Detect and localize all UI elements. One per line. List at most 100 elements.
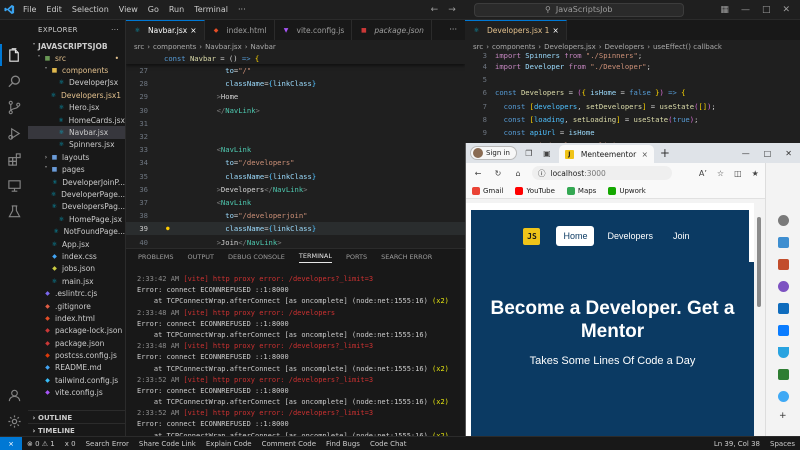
- tree-item[interactable]: ◆ package.json: [28, 337, 125, 349]
- minimize-icon[interactable]: —: [741, 5, 750, 15]
- tab-package-json[interactable]: ■ package.json: [352, 20, 432, 40]
- code-line[interactable]: 6 const Developers = ({ isHome = false })…: [465, 86, 800, 99]
- telegram-icon[interactable]: [778, 347, 789, 358]
- tree-item[interactable]: ◆ .gitignore: [28, 300, 125, 312]
- code-line[interactable]: 8 const [loading, setLoading] = useState…: [465, 113, 800, 126]
- breadcrumb-item[interactable]: Developers: [605, 43, 645, 51]
- tree-item[interactable]: ˅ ■ src •: [28, 52, 125, 64]
- remote-indicator-icon[interactable]: ⨯: [0, 436, 22, 450]
- tree-item[interactable]: ⚛ Navbar.jsx: [28, 126, 125, 139]
- more-actions-icon[interactable]: ···: [111, 26, 119, 34]
- remote-explorer-icon[interactable]: [5, 176, 23, 194]
- settings-gear-icon[interactable]: [5, 412, 23, 430]
- panel-tab-debug-console[interactable]: DEBUG CONSOLE: [228, 253, 285, 261]
- breadcrumb-item[interactable]: useEffect() callback: [653, 43, 722, 51]
- new-tab-icon[interactable]: +: [660, 146, 670, 160]
- search-icon[interactable]: [778, 215, 789, 226]
- tree-item[interactable]: ◆ jobs.json: [28, 263, 125, 275]
- site-nav-developers[interactable]: Developers: [600, 226, 660, 246]
- panel-tab-output[interactable]: OUTPUT: [187, 253, 214, 261]
- breadcrumb-item[interactable]: Navbar: [251, 43, 276, 51]
- search-icon[interactable]: [5, 72, 23, 90]
- js-logo[interactable]: JS: [523, 227, 541, 245]
- code-line[interactable]: 29 >Home: [126, 90, 465, 103]
- tree-item[interactable]: ◆ index.css: [28, 250, 125, 262]
- menu-view[interactable]: View: [114, 5, 143, 14]
- extensions-icon[interactable]: [5, 150, 23, 168]
- tree-item[interactable]: ⚛ DeveloperJoinP...: [28, 176, 125, 188]
- code-line[interactable]: 36 >Developers</NavLink>: [126, 183, 465, 196]
- refresh-icon[interactable]: ↻: [492, 167, 504, 179]
- tree-item[interactable]: ⚛ Hero.jsx: [28, 102, 125, 114]
- scrollbar-thumb[interactable]: [757, 217, 761, 307]
- code-line[interactable]: 3 import Spinners from "./Spinners";: [465, 53, 800, 60]
- status-item[interactable]: х 0: [60, 440, 81, 448]
- tab-navbar-jsx[interactable]: ⚛ Navbar.jsx ×: [126, 20, 205, 40]
- tools-briefcase-icon[interactable]: [778, 259, 789, 270]
- tree-item[interactable]: ⚛ HomeCards.jsx: [28, 114, 125, 126]
- home-icon[interactable]: ⌂: [512, 167, 524, 179]
- status-item[interactable]: ⊗ 0 ⚠ 1: [22, 440, 60, 448]
- code-line[interactable]: 38 to="/developerjoin": [126, 209, 465, 222]
- status-item[interactable]: Ln 39, Col 38: [709, 440, 765, 448]
- code-line[interactable]: 37 <NavLink: [126, 196, 465, 209]
- minimize-icon[interactable]: —: [742, 149, 750, 158]
- code-line[interactable]: 35 className={linkClass}: [126, 170, 465, 183]
- bookmark-youtube[interactable]: YouTube: [515, 186, 555, 195]
- code-line[interactable]: 5: [465, 73, 800, 86]
- outlook-icon[interactable]: [778, 325, 789, 336]
- code-line[interactable]: 27 to="/": [126, 64, 465, 77]
- site-nav-home[interactable]: Home: [556, 226, 595, 246]
- close-icon[interactable]: ×: [190, 26, 196, 35]
- app-icon[interactable]: [778, 369, 789, 380]
- code-line[interactable]: 7 const [developers, setDevelopers] = us…: [465, 100, 800, 113]
- tree-item[interactable]: ◆ package-lock.json: [28, 325, 125, 337]
- tree-item[interactable]: ⚛ Spinners.jsx: [28, 139, 125, 151]
- bookmark-upwork[interactable]: Upwork: [608, 186, 646, 195]
- breadcrumb-item[interactable]: src: [473, 43, 483, 51]
- timeline-section[interactable]: › TIMELINE: [28, 423, 126, 437]
- sign-in-button[interactable]: Sign in: [470, 146, 517, 160]
- status-item[interactable]: Spaces: [765, 440, 800, 448]
- office-icon[interactable]: [778, 303, 789, 314]
- code-line[interactable]: 32: [126, 130, 465, 143]
- panel-tab-ports[interactable]: PORTS: [346, 253, 367, 261]
- browser-tab[interactable]: J Menteementor ×: [558, 145, 654, 163]
- terminal-output[interactable]: 2:33:42 AM [vite] http proxy error: /dev…: [126, 265, 465, 450]
- menu-edit[interactable]: Edit: [41, 5, 67, 14]
- status-item[interactable]: Search Error: [81, 440, 134, 448]
- panel-tab-problems[interactable]: PROBLEMS: [138, 253, 173, 261]
- tree-item[interactable]: ◆ tailwind.config.js: [28, 374, 125, 386]
- sticky-scroll-header[interactable]: const Navbar = () => {: [126, 53, 465, 64]
- workspace-root[interactable]: ˅ JAVASCRIPTSJOB: [28, 40, 125, 52]
- code-line[interactable]: 34 to="/developers": [126, 156, 465, 169]
- back-arrow-icon[interactable]: ←: [472, 167, 484, 179]
- site-nav-join[interactable]: Join: [666, 226, 697, 246]
- tree-item[interactable]: ⚛ App.jsx: [28, 238, 125, 250]
- more-actions-icon[interactable]: ···: [441, 20, 465, 40]
- right-code-editor[interactable]: 3 import Spinners from "./Spinners"; 4 impo…: [465, 53, 800, 143]
- close-tab-icon[interactable]: ×: [642, 150, 648, 159]
- breadcrumb-item[interactable]: Developers.jsx: [544, 43, 596, 51]
- tab-index-html[interactable]: ◆ index.html: [205, 20, 275, 40]
- bookmark-gmail[interactable]: Gmail: [472, 186, 503, 195]
- menu-go[interactable]: Go: [143, 5, 164, 14]
- status-item[interactable]: Comment Code: [257, 440, 321, 448]
- breadcrumb-item[interactable]: src: [134, 43, 144, 51]
- left-code-editor[interactable]: const Navbar = () => { 27 to="/" 28 class…: [126, 53, 465, 248]
- tree-item[interactable]: ◆ vite.config.js: [28, 387, 125, 399]
- maximize-icon[interactable]: □: [762, 5, 771, 15]
- breadcrumb-item[interactable]: components: [153, 43, 196, 51]
- shopping-tag-icon[interactable]: [778, 237, 789, 248]
- tree-item[interactable]: ˅ ■ components: [28, 64, 125, 76]
- menu-more[interactable]: ···: [233, 5, 251, 14]
- split-screen-icon[interactable]: ◫: [734, 169, 742, 178]
- code-line[interactable]: 30 </NavLink>: [126, 104, 465, 117]
- source-control-icon[interactable]: [5, 98, 23, 116]
- status-item[interactable]: Explain Code: [201, 440, 257, 448]
- tree-item[interactable]: ⚛ HomePage.jsx: [28, 213, 125, 225]
- tree-item[interactable]: ◆ .eslintrc.cjs: [28, 287, 125, 299]
- status-item[interactable]: Code Chat: [365, 440, 412, 448]
- tab-vite-config-js[interactable]: ▼ vite.config.js: [275, 20, 353, 40]
- breadcrumb-item[interactable]: Navbar.jsx: [205, 43, 242, 51]
